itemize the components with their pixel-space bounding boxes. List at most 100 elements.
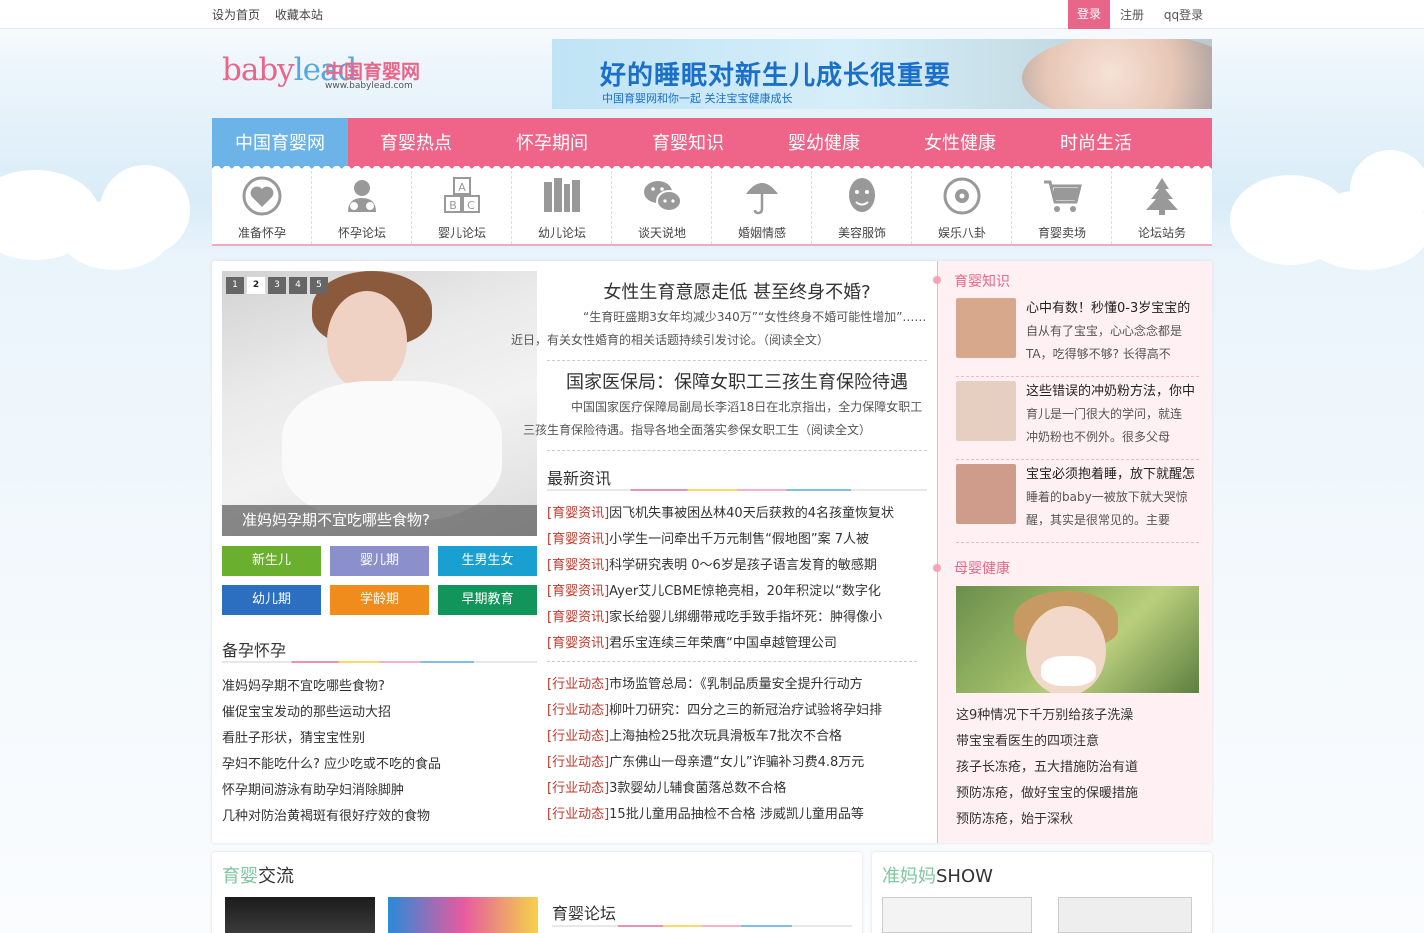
list-item[interactable]: 准妈妈孕期不宜吃哪些食物? xyxy=(222,674,537,700)
nav-item-home[interactable]: 中国育婴网 xyxy=(212,118,348,166)
nav-item-women-health[interactable]: 女性健康 xyxy=(892,118,1028,166)
latest-news-title[interactable]: 最新资讯 xyxy=(547,465,611,489)
icon-item-shop[interactable]: 育婴卖场 xyxy=(1012,166,1112,244)
exchange-thumbnail[interactable] xyxy=(225,897,375,933)
knowledge-item[interactable]: 这些错误的冲奶粉方法，你中 育儿是一门很大的学问，就连 冲奶粉也不例外。很多父母 xyxy=(1026,380,1198,449)
slider-page-2[interactable]: 2 xyxy=(247,277,265,294)
prep-section-title[interactable]: 备孕怀孕 xyxy=(222,637,286,661)
nav-item-pregnancy[interactable]: 怀孕期间 xyxy=(484,118,620,166)
icon-item-infant-forum[interactable]: ABC 婴儿论坛 xyxy=(412,166,512,244)
summary-line[interactable]: 近日，有关女性婚育的相关话题持续引发讨论。（阅读全文） xyxy=(511,329,829,352)
register-link[interactable]: 注册 xyxy=(1120,8,1144,22)
summary-line: “生育旺盛期3女年均减少340万”“女性终身不婚可能性增加”…… xyxy=(583,310,927,324)
list-item[interactable]: 孩子长冻疮，五大措施防治有道 xyxy=(956,755,1138,781)
icon-item-toddler-forum[interactable]: 幼儿论坛 xyxy=(512,166,612,244)
set-home-link[interactable]: 设为首页 xyxy=(212,8,260,22)
icon-item-prepare[interactable]: 准备怀孕 xyxy=(212,166,312,244)
knowledge-thumbnail[interactable] xyxy=(956,381,1016,441)
slider-page-1[interactable]: 1 xyxy=(226,277,244,294)
logo-text-baby: baby xyxy=(222,52,295,88)
category-gender-button[interactable]: 生男生女 xyxy=(438,546,537,576)
icon-item-marriage[interactable]: 婚姻情感 xyxy=(712,166,812,244)
icon-label: 准备怀孕 xyxy=(237,226,286,240)
list-item[interactable]: 几种对防治黄褐斑有很好疗效的食物 xyxy=(222,804,537,830)
knowledge-item-text: 冲奶粉也不例外。很多父母 xyxy=(1026,430,1171,444)
list-item[interactable]: 预防冻疮，做好宝宝的保暖措施 xyxy=(956,781,1138,807)
news-item[interactable]: [育婴资讯]因飞机失事被困丛林40天后获救的4名孩童恢复状 xyxy=(547,501,927,527)
bookmark-link[interactable]: 收藏本站 xyxy=(275,8,323,22)
news-item[interactable]: [行业动态]市场监管总局：《乳制品质量安全提升行动方 xyxy=(547,672,927,698)
news-item[interactable]: [育婴资讯]家长给婴儿绑绷带戒吃手致手指坏死：肿得像小 xyxy=(547,605,927,631)
section-dot xyxy=(933,276,941,284)
news-tag: [行业动态] xyxy=(547,677,610,692)
icon-label: 育婴卖场 xyxy=(1037,226,1086,240)
list-item[interactable]: 这9种情况下千万别给孩子洗澡 xyxy=(956,703,1138,729)
health-section-title[interactable]: 母婴健康 xyxy=(954,558,1010,578)
health-feature-image[interactable] xyxy=(956,586,1199,693)
qq-login-link[interactable]: qq登录 xyxy=(1164,8,1203,22)
login-button[interactable]: 登录 xyxy=(1068,0,1110,29)
list-item[interactable]: 预防冻疮，始于深秋 xyxy=(956,807,1138,833)
knowledge-section-title[interactable]: 育婴知识 xyxy=(954,271,1010,291)
list-item[interactable]: 带宝宝看医生的四项注意 xyxy=(956,729,1138,755)
icon-item-chat[interactable]: 谈天说地 xyxy=(612,166,712,244)
nav-item-infant-health[interactable]: 婴幼健康 xyxy=(756,118,892,166)
featured-slider[interactable]: 1 2 3 4 5 准妈妈孕期不宜吃哪些食物? xyxy=(222,271,537,536)
news-item[interactable]: [行业动态]广东佛山一母亲遭“女儿”诈骗补习费4.8万元 xyxy=(547,750,927,776)
slider-page-3[interactable]: 3 xyxy=(268,277,286,294)
category-infant-button[interactable]: 婴儿期 xyxy=(330,546,429,576)
news-text: 15批儿童用品抽检不合格 涉威凯儿童用品等 xyxy=(609,807,864,822)
knowledge-item-title[interactable]: 这些错误的冲奶粉方法，你中 xyxy=(1026,380,1198,403)
nav-item-fashion[interactable]: 时尚生活 xyxy=(1028,118,1164,166)
news-item[interactable]: [育婴资讯]君乐宝连续三年荣膺“中国卓越管理公司 xyxy=(547,631,927,657)
news-text: 君乐宝连续三年荣膺“中国卓越管理公司 xyxy=(609,636,837,651)
show-thumbnail[interactable] xyxy=(1058,897,1192,933)
category-school-age-button[interactable]: 学龄期 xyxy=(330,585,429,615)
show-thumbnail[interactable] xyxy=(882,897,1032,933)
news-item[interactable]: [行业动态]3款婴幼儿辅食菌落总数不合格 xyxy=(547,776,927,802)
knowledge-thumbnail[interactable] xyxy=(956,464,1016,524)
knowledge-item[interactable]: 宝宝必须抱着睡，放下就醒怎 睡着的baby一被放下就大哭惊 醒，其实是很常见的。… xyxy=(1026,463,1198,532)
forum-section-title[interactable]: 育婴论坛 xyxy=(552,900,616,924)
knowledge-thumbnail[interactable] xyxy=(956,298,1016,358)
news-item[interactable]: [行业动态]柳叶刀研究：四分之三的新冠治疗试验将孕妇排 xyxy=(547,698,927,724)
headline-2-title[interactable]: 国家医保局：保障女职工三孩生育保险待遇 xyxy=(547,368,927,394)
category-toddler-button[interactable]: 幼儿期 xyxy=(222,585,321,615)
news-item[interactable]: [育婴资讯]科学研究表明 0～6岁是孩子语言发育的敏感期 xyxy=(547,553,927,579)
icon-item-forum-admin[interactable]: 论坛站务 xyxy=(1112,166,1212,244)
category-early-education-button[interactable]: 早期教育 xyxy=(438,585,537,615)
knowledge-item-title[interactable]: 宝宝必须抱着睡，放下就醒怎 xyxy=(1026,463,1198,486)
summary-line[interactable]: 三孩生育保险待遇。指导各地全面落实参保女职工生（阅读全文） xyxy=(523,419,871,442)
news-text: 小学生一问牵出千万元制售“假地图”案 7人被 xyxy=(609,532,870,547)
nav-item-knowledge[interactable]: 育婴知识 xyxy=(620,118,756,166)
headline-1-title[interactable]: 女性生育意愿走低 甚至终身不婚? xyxy=(547,278,927,304)
nav-item-hot[interactable]: 育婴热点 xyxy=(348,118,484,166)
knowledge-item-title[interactable]: 心中有数！秒懂0-3岁宝宝的 xyxy=(1026,297,1198,320)
category-newborn-button[interactable]: 新生儿 xyxy=(222,546,321,576)
show-section-title[interactable]: 准妈妈SHOW xyxy=(882,862,993,888)
slider-caption[interactable]: 准妈妈孕期不宜吃哪些食物? xyxy=(222,505,537,536)
news-tag: [行业动态] xyxy=(547,781,610,796)
icon-label: 婴儿论坛 xyxy=(437,226,486,240)
news-item[interactable]: [行业动态]15批儿童用品抽检不合格 涉威凯儿童用品等 xyxy=(547,802,927,828)
cart-icon xyxy=(1044,180,1082,212)
header-banner[interactable]: 好的睡眠对新生儿成长很重要 中国育婴网和你一起 关注宝宝健康成长 xyxy=(552,39,1212,109)
icon-item-pregnancy-forum[interactable]: 怀孕论坛 xyxy=(312,166,412,244)
news-item[interactable]: [育婴资讯]小学生一问牵出千万元制售“假地图”案 7人被 xyxy=(547,527,927,553)
news-text: Ayer艾儿CBME惊艳亮相，20年积淀以“数字化 xyxy=(609,584,881,599)
list-item[interactable]: 孕妇不能吃什么? 应少吃或不吃的食品 xyxy=(222,752,537,778)
icon-item-beauty[interactable]: 美容服饰 xyxy=(812,166,912,244)
site-logo[interactable]: babylead 中国育婴网 www.babylead.com xyxy=(222,52,432,102)
list-item[interactable]: 怀孕期间游泳有助孕妇消除脚肿 xyxy=(222,778,537,804)
news-item[interactable]: [行业动态]上海抽检25批次玩具滑板车7批次不合格 xyxy=(547,724,927,750)
exchange-thumbnail[interactable] xyxy=(388,897,538,933)
news-tag: [行业动态] xyxy=(547,755,610,770)
icon-item-entertainment[interactable]: 娱乐八卦 xyxy=(912,166,1012,244)
list-item[interactable]: 看肚子形状，猜宝宝性别 xyxy=(222,726,537,752)
slider-page-5[interactable]: 5 xyxy=(310,277,328,294)
list-item[interactable]: 催促宝宝发动的那些运动大招 xyxy=(222,700,537,726)
news-item[interactable]: [育婴资讯]Ayer艾儿CBME惊艳亮相，20年积淀以“数字化 xyxy=(547,579,927,605)
knowledge-item[interactable]: 心中有数！秒懂0-3岁宝宝的 自从有了宝宝，心心念念都是 TA，吃得够不够? 长… xyxy=(1026,297,1198,366)
slider-page-4[interactable]: 4 xyxy=(289,277,307,294)
exchange-section-title[interactable]: 育婴交流 xyxy=(222,862,294,888)
